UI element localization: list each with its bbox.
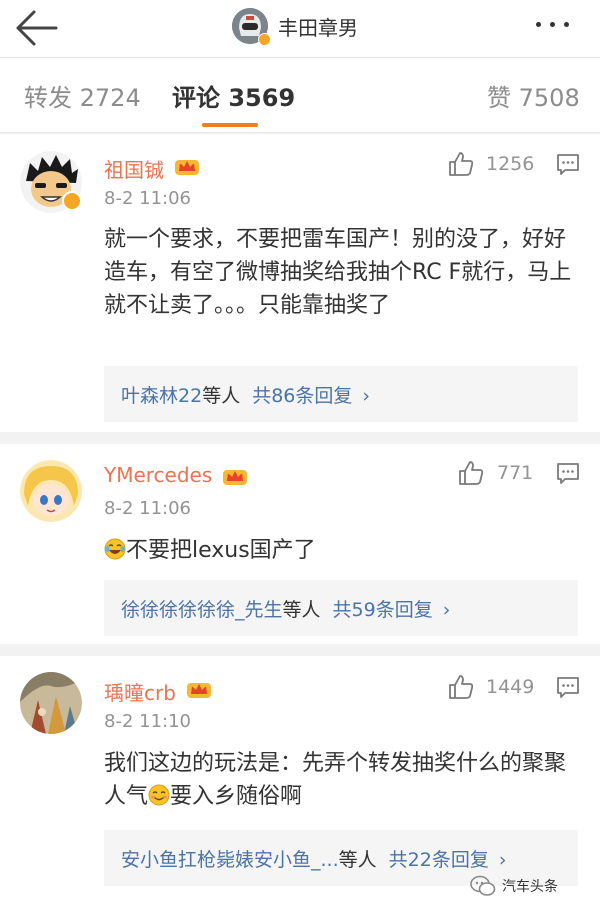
comment-text: 我们这边的玩法是：先弄个转发抽奖什么的聚聚人气 要入乡随俗啊: [104, 747, 578, 813]
chevron-right-icon: ›: [498, 849, 507, 871]
tab-count: 7508: [518, 84, 580, 112]
comment-list: 祖国铖 8-2 11:06 1256 就一个要求，不要把雷车国产！别的没了，好好…: [0, 134, 600, 913]
comment-time: 8-2 11:10: [104, 711, 191, 732]
thumbs-up-icon[interactable]: [448, 674, 474, 700]
reply-suffix: 等人: [282, 599, 321, 621]
more-dot: [563, 21, 569, 27]
vip-crown-icon: [187, 683, 211, 698]
reply-users[interactable]: 安小鱼扛枪毙婊安小鱼_...: [121, 849, 339, 871]
tab-comments[interactable]: 评论 3569: [172, 78, 295, 113]
verified-badge-icon: [62, 191, 82, 211]
reply-users[interactable]: 徐徐徐徐徐徐_先生: [121, 599, 283, 621]
reply-summary: 徐徐徐徐徐徐_先生等人 共59条回复 ›: [121, 595, 450, 622]
like-count: 1449: [486, 676, 535, 698]
comment-text: 不要把lexus国产了: [104, 534, 578, 567]
watermark-text: 汽车头条: [502, 879, 558, 895]
reply-users[interactable]: 叶森林22: [121, 385, 202, 407]
reply-count-link[interactable]: 共59条回复: [333, 599, 433, 621]
reply-suffix: 等人: [338, 849, 377, 871]
tab-label: 评论: [172, 84, 220, 112]
reply-preview[interactable]: 叶森林22等人 共86条回复 ›: [104, 366, 578, 422]
divider: [0, 432, 600, 444]
chevron-right-icon: ›: [442, 599, 451, 621]
like-count: 771: [497, 462, 534, 484]
comment-text-body: 要入乡随俗啊: [170, 784, 303, 809]
wechat-icon: [470, 875, 496, 896]
vip-crown-icon: [223, 470, 247, 485]
avatar[interactable]: [20, 672, 82, 734]
comment-username[interactable]: 瑀曈crb: [104, 677, 176, 706]
comment-icon[interactable]: [556, 153, 580, 177]
comment-icon[interactable]: [556, 462, 580, 486]
verified-badge-icon: [258, 33, 271, 46]
tab-bar: 转发 2724 评论 3569 赞 7508: [0, 58, 600, 133]
thumbs-up-icon[interactable]: [448, 151, 474, 177]
chevron-right-icon: ›: [362, 385, 370, 407]
more-dot: [549, 21, 555, 27]
divider: [0, 644, 600, 656]
more-dots-icon: [535, 21, 541, 27]
tab-label: 赞: [487, 84, 511, 112]
smile-emoji-icon: [148, 784, 170, 806]
tab-count: 2724: [79, 84, 141, 112]
reply-count-link[interactable]: 共86条回复: [252, 385, 352, 407]
comment-username[interactable]: 祖国铖: [104, 154, 164, 183]
avatar[interactable]: [232, 8, 271, 46]
tab-likes[interactable]: 赞 7508: [487, 78, 580, 113]
reply-preview[interactable]: 徐徐徐徐徐徐_先生等人 共59条回复 ›: [104, 580, 578, 636]
comment-text-body: 不要把lexus国产了: [126, 538, 316, 563]
reply-suffix: 等人: [202, 385, 241, 407]
tab-label: 转发: [24, 84, 72, 112]
watermark: 汽车头条: [470, 872, 558, 900]
header-title-group[interactable]: 丰田章男: [232, 6, 358, 46]
thumbs-up-icon[interactable]: [458, 460, 484, 486]
comment-time: 8-2 11:06: [104, 188, 191, 209]
vip-crown-icon: [175, 160, 199, 175]
page-title: 丰田章男: [278, 15, 358, 40]
comment-text: 就一个要求，不要把雷车国产！别的没了，好好造车，有空了微博抽奖给我抽个RC F就…: [104, 227, 572, 318]
comment-time: 8-2 11:06: [104, 498, 191, 519]
reply-summary: 安小鱼扛枪毙婊安小鱼_...等人 共22条回复 ›: [121, 845, 506, 872]
active-tab-indicator: [202, 123, 258, 127]
photo-avatar-icon: [20, 672, 82, 734]
tab-count: 3569: [228, 84, 296, 112]
laugh-cry-emoji-icon: [104, 538, 126, 560]
back-button[interactable]: [14, 8, 58, 48]
top-bar: 丰田章男: [0, 0, 600, 58]
reply-count-link[interactable]: 共22条回复: [389, 849, 489, 871]
tab-reposts[interactable]: 转发 2724: [24, 78, 141, 113]
like-count: 1256: [486, 153, 535, 175]
comment-icon[interactable]: [556, 676, 580, 700]
reply-summary: 叶森林22等人 共86条回复 ›: [121, 381, 370, 408]
avatar[interactable]: [20, 460, 82, 522]
blonde-anime-avatar-icon: [20, 460, 82, 522]
arrow-left-icon: [16, 10, 58, 46]
comment-username[interactable]: YMercedes: [104, 463, 212, 487]
more-button[interactable]: [520, 12, 584, 36]
